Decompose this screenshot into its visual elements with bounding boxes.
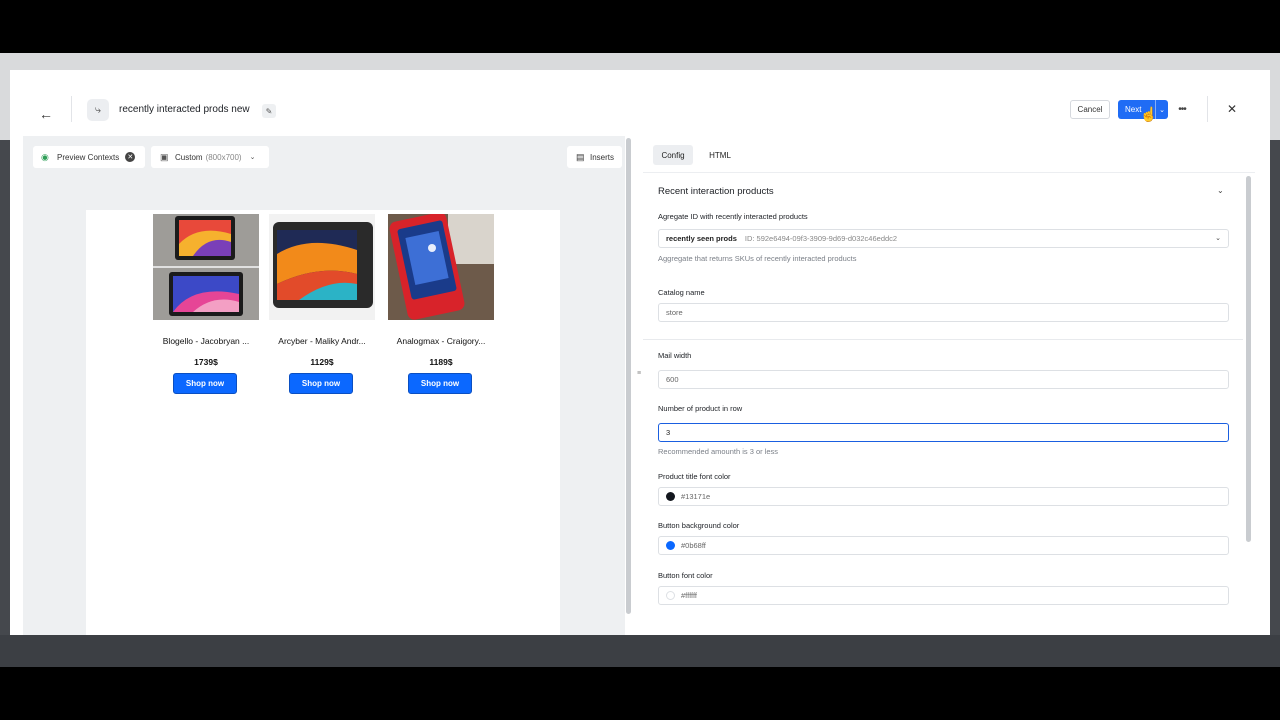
backdrop-edge-right bbox=[1270, 140, 1280, 635]
aggregate-id: ID: 592e6494-09f3-3909-9d69-d032c46eddc2 bbox=[744, 234, 898, 243]
product-image bbox=[388, 214, 494, 320]
tab-config[interactable]: Config bbox=[653, 145, 693, 165]
clear-context-icon[interactable]: ✕ bbox=[125, 152, 136, 162]
inserts-button[interactable]: ▤ Inserts bbox=[567, 146, 622, 168]
button-font-label: Button font color bbox=[658, 571, 713, 580]
aggregate-helper: Aggregate that returns SKUs of recently … bbox=[658, 254, 857, 263]
eye-icon: ◉ bbox=[41, 151, 49, 162]
button-bg-label: Button background color bbox=[658, 521, 740, 530]
product-name: Blogello - Jacobryan ... bbox=[162, 336, 250, 346]
size-dimensions: (800x700) bbox=[205, 152, 242, 162]
preview-contexts-label: Preview Contexts bbox=[57, 152, 120, 162]
button-bg-field[interactable]: #0b68ff bbox=[658, 536, 1229, 555]
product-name: Analogmax - Craigory... bbox=[396, 336, 486, 346]
preview-contexts-button[interactable]: ◉ Preview Contexts ✕ bbox=[33, 146, 145, 168]
aggregate-label: Agregate ID with recently interacted pro… bbox=[658, 212, 808, 221]
title-color-field[interactable]: #13171e bbox=[658, 487, 1229, 506]
color-swatch[interactable] bbox=[666, 492, 675, 501]
resize-handle-icon[interactable]: ≡ bbox=[637, 370, 641, 377]
mail-width-label: Mail width bbox=[658, 351, 692, 360]
cancel-button[interactable]: Cancel bbox=[1070, 100, 1110, 119]
product-image bbox=[153, 214, 259, 320]
products-in-row-label: Number of product in row bbox=[658, 404, 743, 413]
flow-icon: ⤷ bbox=[87, 99, 109, 121]
preview-size-select[interactable]: ▣ Custom (800x700) ⌄ bbox=[151, 146, 269, 168]
product-card: Analogmax - Craigory... 1189$ Shop now bbox=[388, 214, 494, 394]
mail-width-field[interactable]: 600 bbox=[658, 370, 1229, 389]
chevron-down-icon[interactable]: ⌄ bbox=[1217, 186, 1224, 195]
button-bg-value: #0b68ff bbox=[681, 541, 706, 550]
color-swatch[interactable] bbox=[666, 591, 675, 600]
mail-width-value: 600 bbox=[666, 375, 679, 384]
book-icon: ▤ bbox=[576, 151, 585, 162]
section-title: Recent interaction products bbox=[658, 186, 774, 197]
aggregate-name: recently seen prods bbox=[666, 234, 737, 243]
shop-now-button[interactable]: Shop now bbox=[408, 373, 472, 394]
aggregate-select[interactable]: recently seen prods ID: 592e6494-09f3-39… bbox=[658, 229, 1229, 248]
pencil-icon[interactable]: ✎ bbox=[262, 104, 276, 118]
title-color-value: #13171e bbox=[681, 492, 711, 501]
product-image bbox=[269, 214, 375, 320]
button-font-value: #ffffff bbox=[681, 591, 697, 600]
header-divider bbox=[71, 96, 72, 122]
shop-now-button[interactable]: Shop now bbox=[289, 373, 353, 394]
products-in-row-field[interactable]: 3 bbox=[658, 423, 1229, 442]
page-title: recently interacted prods new bbox=[119, 104, 250, 115]
back-arrow-icon[interactable]: ← bbox=[34, 102, 58, 126]
tab-html[interactable]: HTML bbox=[703, 145, 737, 165]
preview-scrollbar[interactable] bbox=[626, 138, 631, 614]
backdrop-edge-left bbox=[0, 140, 10, 635]
section-divider bbox=[643, 339, 1243, 340]
product-card: Arcyber - Maliky Andr... 1129$ Shop now bbox=[269, 214, 375, 394]
backdrop-footer bbox=[0, 635, 1280, 667]
title-color-label: Product title font color bbox=[658, 472, 731, 481]
shop-now-button[interactable]: Shop now bbox=[173, 373, 237, 394]
chevron-down-icon: ⌄ bbox=[1215, 235, 1221, 242]
chevron-down-icon: ⌄ bbox=[249, 154, 256, 161]
header-divider-right bbox=[1207, 96, 1208, 122]
tabs-divider bbox=[643, 172, 1255, 173]
color-swatch[interactable] bbox=[666, 541, 675, 550]
more-options-icon[interactable]: ••• bbox=[1174, 101, 1190, 117]
product-price: 1129$ bbox=[310, 357, 334, 367]
product-price: 1189$ bbox=[429, 357, 453, 367]
inserts-label: Inserts bbox=[590, 152, 615, 162]
size-label: Custom bbox=[175, 152, 203, 162]
crop-icon: ▣ bbox=[160, 151, 169, 162]
editor-modal: ← ⤷ recently interacted prods new ✎ Canc… bbox=[10, 70, 1270, 635]
close-icon[interactable]: ✕ bbox=[1224, 101, 1240, 117]
product-price: 1739$ bbox=[194, 357, 218, 367]
products-in-row-value: 3 bbox=[666, 428, 671, 437]
config-scrollbar[interactable] bbox=[1246, 176, 1251, 542]
catalog-value: store bbox=[666, 308, 683, 317]
catalog-label: Catalog name bbox=[658, 288, 705, 297]
button-font-field[interactable]: #ffffff bbox=[658, 586, 1229, 605]
catalog-name-field[interactable]: store bbox=[658, 303, 1229, 322]
product-card: Blogello - Jacobryan ... 1739$ Shop now bbox=[153, 214, 259, 394]
pointer-cursor-icon: ☝ bbox=[1140, 106, 1158, 122]
products-in-row-helper: Recommended amounth is 3 or less bbox=[658, 447, 779, 456]
product-name: Arcyber - Maliky Andr... bbox=[278, 336, 366, 346]
